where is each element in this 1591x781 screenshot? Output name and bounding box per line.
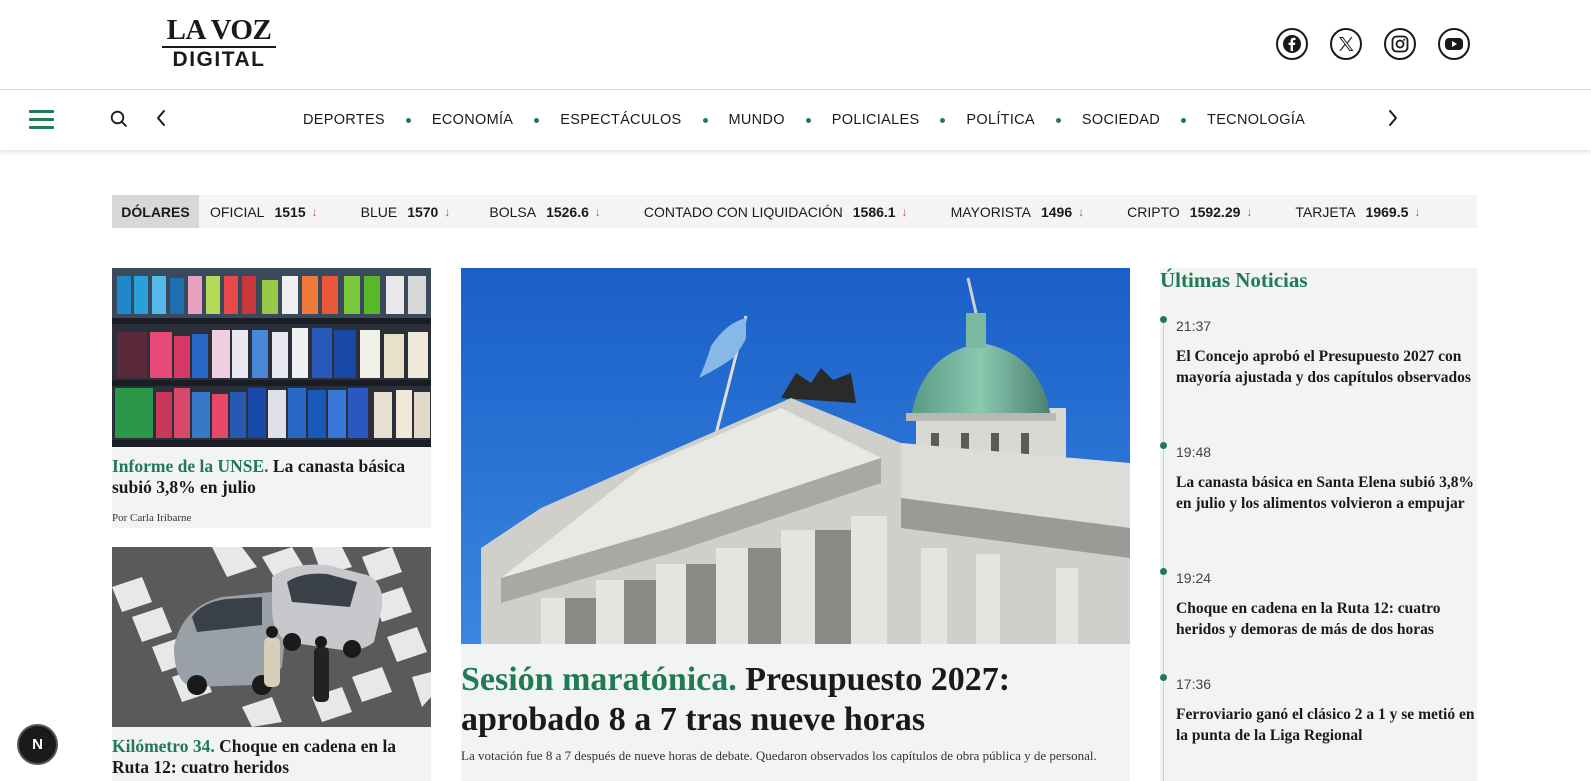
latest-news-title: Últimas Noticias [1160,268,1308,292]
nav-separator [1181,117,1187,123]
main-story[interactable]: Sesión maratónica. Presupuesto 2027: apr… [461,268,1130,781]
logo-line2: DIGITAL [172,48,266,71]
nav-item-economia[interactable]: ECONOMÍA [432,112,513,128]
site-header: LA VOZ DIGITAL [0,0,1591,90]
nav-item-espectaculos[interactable]: ESPECTÁCULOS [560,112,681,128]
article-image-supermarket-shelf[interactable] [112,268,431,447]
rate-value: 1515 [274,203,306,220]
rate-mayorista[interactable]: MAYORISTA 1496 ↓ [951,204,1085,220]
article-title[interactable]: Kilómetro 34. Choque en cadena en la Rut… [112,727,431,778]
nav-item-policiales[interactable]: POLICIALES [832,112,920,128]
social-links [1276,28,1470,60]
dollar-ticker: DÓLARES OFICIAL 1515 ↓ BLUE 1570 ↓ BOLSA… [112,195,1477,228]
facebook-icon[interactable] [1276,28,1308,60]
logo-line1: LA VOZ [166,14,272,46]
nav-separator [940,117,946,123]
down-arrow-icon: ↓ [444,204,451,219]
news-headline[interactable]: El Concejo aprobó el Presupuesto 2027 co… [1176,346,1476,388]
latest-news: Últimas Noticias 21:37 El Concejo aprobó… [1160,268,1477,781]
timeline-dot [1160,442,1167,449]
nav-item-tecnologia[interactable]: TECNOLOGÍA [1207,112,1305,128]
instagram-icon[interactable] [1384,28,1416,60]
rate-name: CRIPTO [1127,203,1180,220]
timeline-line [1163,316,1164,781]
down-arrow-icon: ↓ [901,204,908,219]
menu-icon[interactable] [29,110,54,130]
article-kicker: Informe de la UNSE. [112,456,269,476]
article-author: Por Carla Iribarne [112,512,192,524]
rate-bolsa[interactable]: BOLSA 1526.6 ↓ [489,204,601,220]
rate-cripto[interactable]: CRIPTO 1592.29 ↓ [1127,204,1252,220]
rate-value: 1586.1 [852,203,896,220]
rate-value: 1496 [1040,203,1073,220]
news-headline[interactable]: Choque en cadena en la Ruta 12: cuatro h… [1176,598,1476,640]
rate-value: 1592.29 [1189,203,1241,220]
rate-name: MAYORISTA [950,203,1031,220]
main-story-title[interactable]: Sesión maratónica. Presupuesto 2027: apr… [461,660,1130,740]
rate-name: OFICIAL [210,203,265,220]
nav-item-sociedad[interactable]: SOCIEDAD [1082,112,1160,128]
timeline-dot [1160,316,1167,323]
news-time: 19:48 [1176,444,1212,460]
down-arrow-icon: ↓ [1414,204,1421,219]
article-card[interactable]: Kilómetro 34. Choque en cadena en la Rut… [112,547,431,781]
nav-separator [405,117,411,123]
search-icon[interactable] [110,110,128,133]
news-time: 21:37 [1176,318,1212,334]
nav-section-list: DEPORTES ECONOMÍA ESPECTÁCULOS MUNDO POL… [303,90,1305,150]
nav-next-icon[interactable] [1387,109,1399,130]
nav-item-mundo[interactable]: MUNDO [729,112,785,128]
nav-separator [805,117,811,123]
nav-item-politica[interactable]: POLÍTICA [966,112,1034,128]
site-logo[interactable]: LA VOZ DIGITAL [160,14,278,71]
down-arrow-icon: ↓ [1078,204,1085,219]
floating-badge[interactable]: N [19,726,56,763]
nav-separator [534,117,540,123]
news-time: 17:36 [1176,676,1212,692]
down-arrow-icon: ↓ [1246,204,1253,219]
news-headline[interactable]: La canasta básica en Santa Elena subió 3… [1176,472,1476,514]
rate-value: 1526.6 [546,203,589,220]
article-title[interactable]: Informe de la UNSE. La canasta básica su… [112,447,431,498]
article-kicker: Kilómetro 34. [112,736,215,756]
timeline-dot [1160,568,1167,575]
down-arrow-icon: ↓ [311,204,318,219]
timeline-dot [1160,674,1167,681]
rate-ccl[interactable]: CONTADO CON LIQUIDACIÓN 1586.1 ↓ [644,204,908,220]
rate-tarjeta[interactable]: TARJETA 1969.5 ↓ [1295,204,1420,220]
ticker-label: DÓLARES [112,195,199,228]
youtube-icon[interactable] [1438,28,1470,60]
main-nav: DEPORTES ECONOMÍA ESPECTÁCULOS MUNDO POL… [0,90,1591,150]
nav-separator [702,117,708,123]
main-story-kicker: Sesión maratónica. [461,661,737,698]
news-headline[interactable]: Ferroviario ganó el clásico 2 a 1 y se m… [1176,704,1476,746]
rate-value: 1969.5 [1365,203,1409,220]
rate-blue[interactable]: BLUE 1570 ↓ [361,204,451,220]
rate-name: TARJETA [1295,203,1356,220]
nav-prev-icon[interactable] [155,109,167,130]
x-icon[interactable] [1330,28,1362,60]
news-time: 19:24 [1176,570,1212,586]
nav-item-deportes[interactable]: DEPORTES [303,112,385,128]
rate-value: 1570 [407,203,439,220]
main-story-subtitle: La votación fue 8 a 7 después de nueve h… [461,748,1097,763]
article-card[interactable]: Informe de la UNSE. La canasta básica su… [112,268,431,528]
article-image-car-crash[interactable] [112,547,431,727]
rate-name: BOLSA [489,203,537,220]
main-story-image-congress[interactable] [461,268,1130,644]
rate-name: BLUE [360,203,398,220]
rate-oficial[interactable]: OFICIAL 1515 ↓ [210,204,318,220]
rate-name: CONTADO CON LIQUIDACIÓN [643,203,843,220]
nav-separator [1055,117,1061,123]
down-arrow-icon: ↓ [594,204,601,219]
